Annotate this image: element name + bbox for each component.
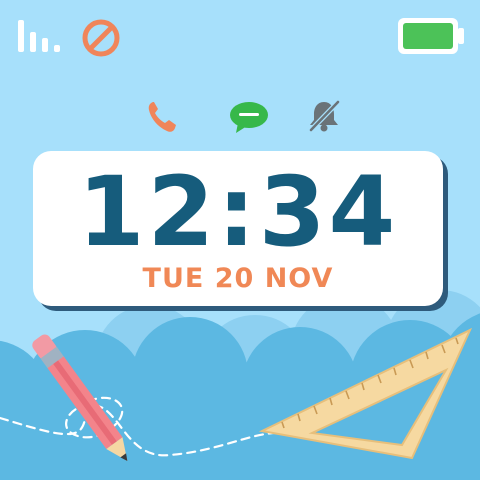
message-icon[interactable] <box>228 100 270 134</box>
clock-card: 12:34 TUE 20 NOV <box>33 151 443 306</box>
signal-bars-icon <box>18 20 60 52</box>
no-entry-icon <box>82 19 120 57</box>
battery-fill <box>403 23 453 49</box>
battery-full-icon <box>398 18 464 54</box>
lock-screen: 12:34 TUE 20 NOV <box>0 0 480 480</box>
bell-muted-icon[interactable] <box>306 98 342 134</box>
phone-icon[interactable] <box>146 100 178 134</box>
clock-date: TUE 20 NOV <box>142 263 334 294</box>
clock-time: 12:34 <box>77 156 399 268</box>
